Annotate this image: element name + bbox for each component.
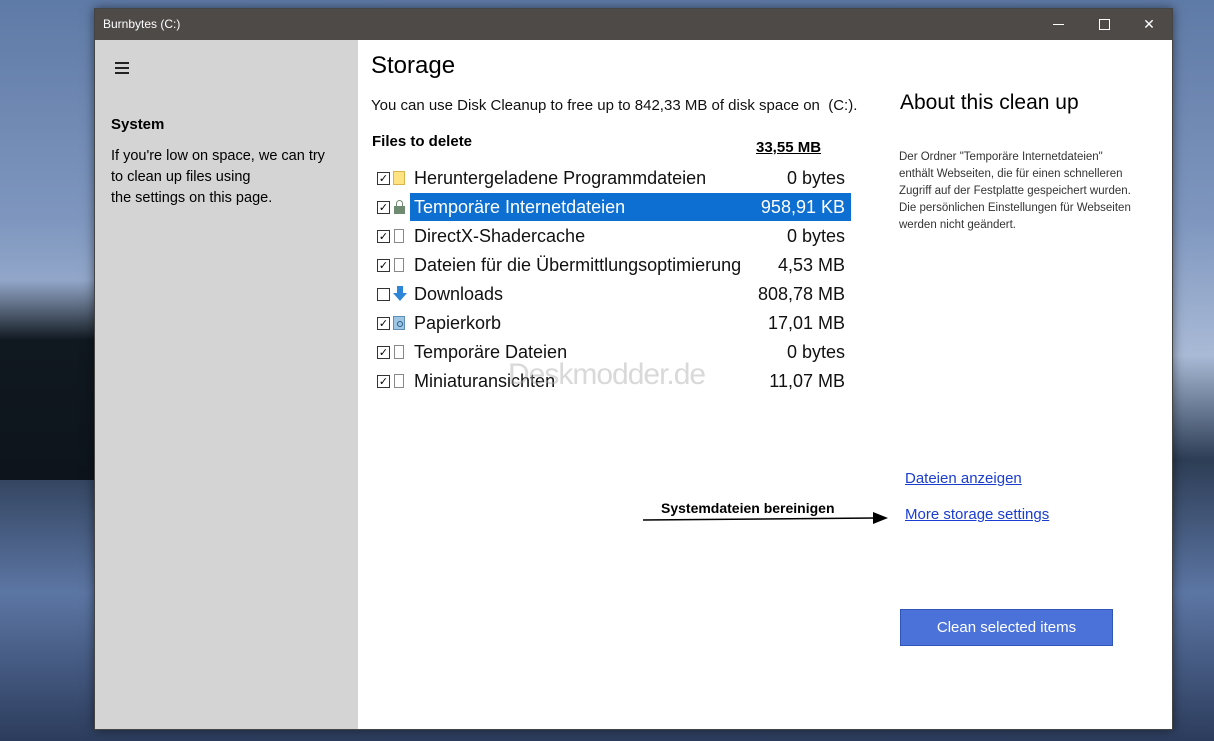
minimize-icon	[1052, 24, 1064, 25]
file-size: 17,01 MB	[767, 313, 845, 333]
file-name: Papierkorb	[414, 313, 502, 333]
folder-icon	[393, 170, 405, 185]
file-row[interactable]: ✓ Papierkorb 17,01 MB	[374, 309, 854, 338]
file-size: 11,07 MB	[769, 371, 845, 391]
watermark: Deskmodder.de	[508, 358, 706, 391]
download-icon	[393, 286, 407, 301]
clean-selected-items-button[interactable]: Clean selected items	[900, 609, 1113, 646]
maximize-icon	[1098, 19, 1110, 30]
intro-text: You can use Disk Cleanup to free up to 8…	[371, 97, 858, 114]
file-name: DirectX-Shadercache	[414, 226, 586, 246]
file-size: 4,53 MB	[777, 255, 845, 275]
checkbox[interactable]: ✓	[377, 172, 390, 185]
document-icon	[393, 373, 405, 388]
checkbox[interactable]: ✓	[377, 346, 390, 359]
app-window: Burnbytes (C:) ✕ System If you're low on…	[94, 8, 1173, 730]
show-files-link[interactable]: Dateien anzeigen	[905, 470, 1022, 487]
sidebar-title: System	[111, 116, 165, 133]
lock-icon	[393, 199, 405, 214]
window-title: Burnbytes (C:)	[103, 17, 181, 31]
file-name: Downloads	[414, 284, 504, 304]
file-row-selected[interactable]: ✓ Temporäre Internetdateien 958,91 KB	[374, 193, 854, 222]
checkbox[interactable]: ✓	[377, 317, 390, 330]
file-size: 958,91 KB	[760, 197, 845, 217]
sidebar-description: If you're low on space, we can try to cl…	[111, 148, 325, 206]
file-name: Dateien für die Übermittlungsoptimierung	[414, 255, 742, 275]
files-to-delete-label: Files to delete	[372, 133, 473, 150]
about-description: Der Ordner "Temporäre Internetdateien" e…	[899, 151, 1131, 231]
close-button[interactable]: ✕	[1126, 9, 1172, 40]
main-content: Storage You can use Disk Cleanup to free…	[358, 40, 1172, 729]
hamburger-menu-icon[interactable]	[115, 62, 129, 74]
file-name: Heruntergeladene Programmdateien	[414, 168, 707, 188]
file-row[interactable]: ✓ DirectX-Shadercache 0 bytes	[374, 222, 854, 251]
document-icon	[393, 257, 405, 272]
checkbox[interactable]: ✓	[377, 201, 390, 214]
sidebar: System If you're low on space, we can tr…	[95, 40, 358, 729]
file-row[interactable]: ✓ Heruntergeladene Programmdateien 0 byt…	[374, 164, 854, 193]
file-size: 808,78 MB	[757, 284, 845, 304]
checkbox[interactable]	[377, 288, 390, 301]
desktop-wallpaper-trees	[0, 280, 100, 480]
close-icon: ✕	[1143, 16, 1155, 33]
title-bar[interactable]: Burnbytes (C:) ✕	[95, 9, 1172, 40]
file-name: Temporäre Internetdateien	[414, 197, 626, 217]
about-title: About this clean up	[900, 91, 1079, 114]
file-row[interactable]: ✓ Dateien für die Übermittlungsoptimieru…	[374, 251, 854, 280]
annotation-arrow-icon	[643, 512, 888, 524]
file-size: 0 bytes	[786, 226, 845, 246]
checkbox[interactable]: ✓	[377, 375, 390, 388]
document-icon	[393, 344, 405, 359]
total-size: 33,55 MB	[756, 139, 822, 156]
file-size: 0 bytes	[786, 342, 845, 362]
document-icon	[393, 228, 405, 243]
file-size: 0 bytes	[786, 168, 845, 188]
maximize-button[interactable]	[1081, 9, 1127, 40]
more-storage-settings-link[interactable]: More storage settings	[905, 506, 1049, 523]
file-row[interactable]: Downloads 808,78 MB	[374, 280, 854, 309]
minimize-button[interactable]	[1035, 9, 1081, 40]
checkbox[interactable]: ✓	[377, 230, 390, 243]
page-title: Storage	[371, 52, 456, 79]
checkbox[interactable]: ✓	[377, 259, 390, 272]
recycle-bin-icon	[393, 315, 405, 330]
